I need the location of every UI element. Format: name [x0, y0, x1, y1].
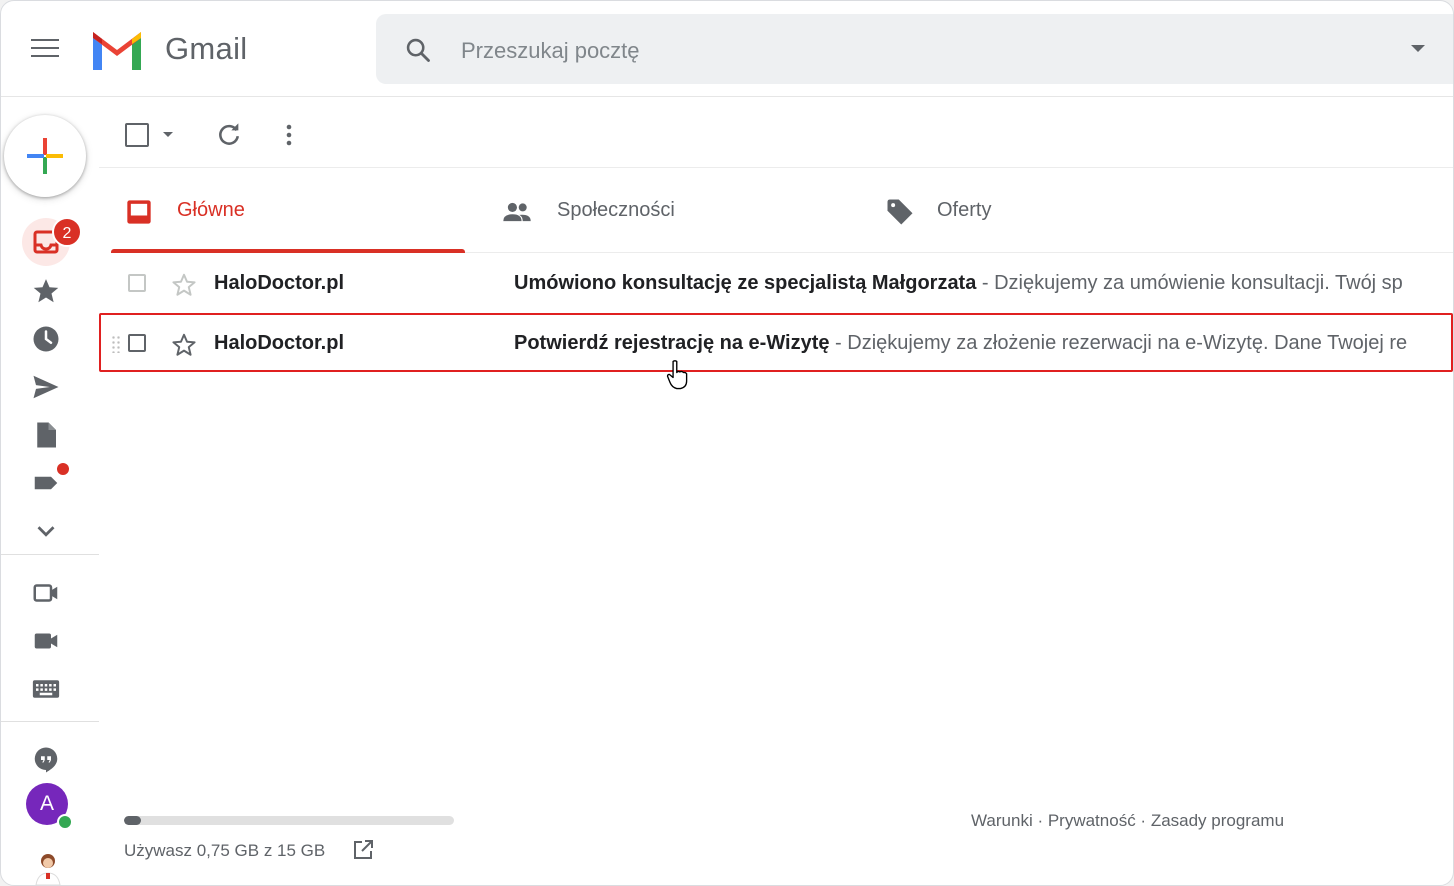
highlight-box — [99, 313, 1453, 372]
inbox-tab-icon — [127, 200, 151, 224]
external-link-icon[interactable] — [351, 838, 375, 862]
online-status-dot — [57, 814, 73, 830]
chevron-down-icon[interactable] — [31, 516, 61, 546]
draft-file-icon[interactable] — [31, 420, 61, 450]
tab-label: Oferty — [937, 199, 992, 221]
contact-photo-icon[interactable] — [33, 851, 63, 885]
storage-usage-fill — [124, 816, 141, 825]
active-tab-indicator — [111, 249, 465, 253]
hand-cursor-icon — [666, 360, 688, 390]
top-bar: Gmail Przeszukaj pocztę — [1, 1, 1453, 97]
tab-promotions[interactable]: Oferty — [871, 169, 1225, 252]
search-icon[interactable] — [404, 36, 432, 64]
email-subject: Umówiono konsultację ze specjalistą Małg… — [514, 272, 977, 294]
video-camera-icon[interactable] — [31, 626, 61, 656]
tag-icon — [887, 199, 913, 225]
rail-divider — [1, 554, 99, 555]
main-menu-button[interactable] — [31, 39, 59, 59]
category-tabs: Główne Społeczności Oferty — [111, 169, 1453, 253]
storage-usage-bar — [124, 816, 454, 825]
more-options-icon[interactable] — [277, 121, 301, 149]
gmail-window: Gmail Przeszukaj pocztę 2 A Główne Społe… — [0, 0, 1454, 886]
tab-label: Społeczności — [557, 199, 675, 221]
privacy-link[interactable]: Prywatność — [1048, 811, 1136, 830]
search-bar[interactable]: Przeszukaj pocztę — [376, 14, 1453, 84]
plus-icon — [27, 138, 63, 174]
select-dropdown-icon[interactable] — [163, 132, 173, 137]
email-snippet: - Dziękujemy za umówienie konsultacji. T… — [976, 272, 1403, 294]
program-policies-link[interactable]: Zasady programu — [1151, 811, 1284, 830]
send-icon[interactable] — [31, 372, 61, 402]
footer-separator: · — [1032, 811, 1048, 830]
storage-usage-text: Używasz 0,75 GB z 15 GB — [124, 841, 326, 860]
footer-separator: · — [1135, 811, 1151, 830]
mail-toolbar — [99, 97, 1453, 168]
email-row[interactable]: HaloDoctor.pl Umówiono konsultację ze sp… — [111, 255, 1453, 313]
tab-label: Główne — [177, 199, 245, 221]
people-icon — [503, 202, 531, 222]
tab-social[interactable]: Społeczności — [491, 169, 845, 252]
email-sender: HaloDoctor.pl — [214, 272, 345, 294]
tab-primary[interactable]: Główne — [111, 169, 465, 253]
clock-icon[interactable] — [31, 324, 61, 354]
hangouts-icon[interactable] — [31, 745, 61, 775]
star-outline-icon[interactable] — [171, 272, 197, 298]
inbox-unread-badge: 2 — [52, 217, 82, 247]
label-notification-dot — [57, 463, 69, 475]
select-all-checkbox[interactable] — [125, 123, 149, 147]
search-input[interactable]: Przeszukaj pocztę — [461, 38, 640, 64]
rail-divider-2 — [1, 721, 99, 722]
compose-button[interactable] — [4, 115, 86, 197]
refresh-icon[interactable] — [215, 121, 243, 149]
email-subject-line: Umówiono konsultację ze specjalistą Małg… — [514, 272, 1403, 295]
new-meeting-icon[interactable] — [31, 578, 61, 608]
keyboard-icon[interactable] — [31, 674, 61, 704]
label-icon[interactable] — [31, 468, 61, 498]
search-options-icon[interactable] — [1411, 45, 1425, 52]
terms-link[interactable]: Warunki — [971, 811, 1033, 830]
star-icon[interactable] — [31, 276, 61, 306]
gmail-logo-icon — [93, 32, 141, 70]
app-name: Gmail — [165, 31, 248, 66]
row-checkbox[interactable] — [128, 274, 146, 292]
footer-links: Warunki · Prywatność · Zasady programu — [971, 811, 1284, 831]
